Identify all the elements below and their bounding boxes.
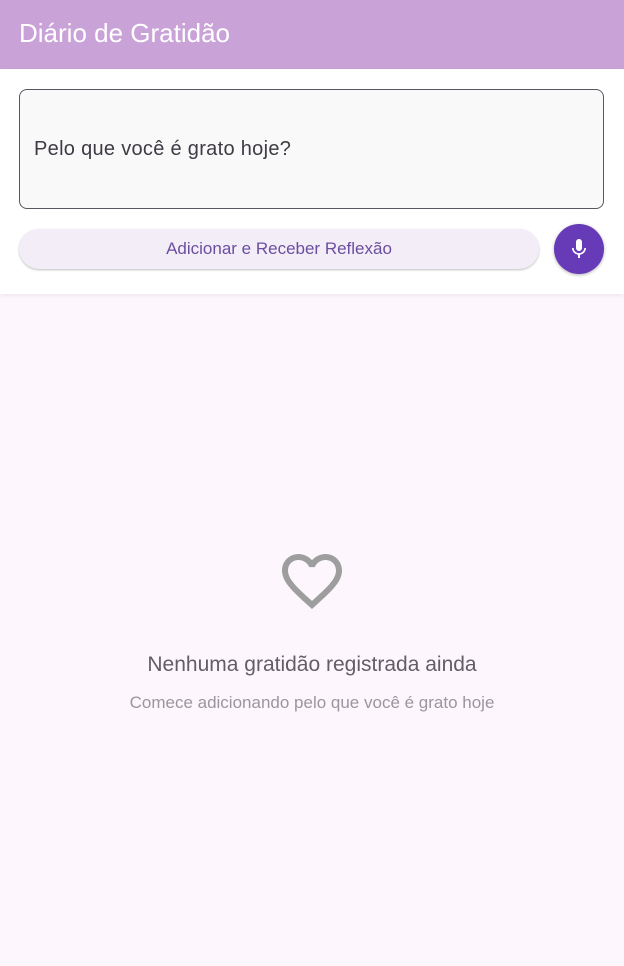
empty-state-title: Nenhuma gratidão registrada ainda xyxy=(147,653,477,676)
empty-state-subtitle: Comece adicionando pelo que você é grato… xyxy=(129,693,495,712)
add-and-reflect-button[interactable]: Adicionar e Receber Reflexão xyxy=(19,229,539,269)
empty-state: Nenhuma gratidão registrada ainda Comece… xyxy=(0,294,624,966)
microphone-icon xyxy=(572,239,586,258)
gratitude-input-field[interactable] xyxy=(19,89,604,209)
heart-outline-icon xyxy=(282,554,342,610)
app-title: Diário de Gratidão xyxy=(19,18,230,48)
app-bar: Diário de Gratidão xyxy=(0,0,624,69)
voice-input-button[interactable] xyxy=(554,224,604,274)
gratitude-composer: Adicionar e Receber Reflexão xyxy=(0,69,624,294)
gratitude-input[interactable] xyxy=(20,90,603,208)
